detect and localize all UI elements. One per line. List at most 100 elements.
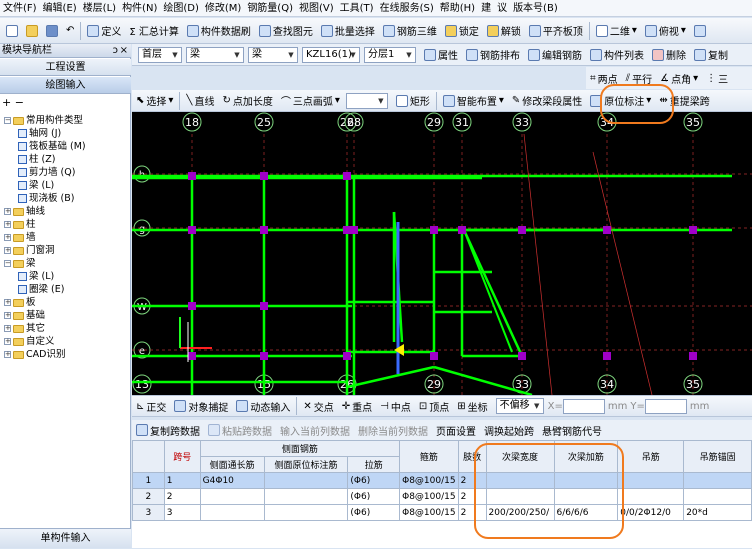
cell-hanger[interactable]: 0/0/2Φ12/0: [617, 504, 685, 521]
menu-item[interactable]: 修改(M): [202, 0, 244, 17]
cell-side-orig[interactable]: [263, 488, 349, 505]
tree-item[interactable]: 圈梁 (E): [18, 283, 64, 296]
cell-hanger-anchor[interactable]: 20*d: [683, 504, 752, 521]
menu-item[interactable]: 帮助(H): [437, 0, 478, 17]
x-input[interactable]: [562, 398, 605, 414]
tree-folder[interactable]: + 其它: [4, 322, 45, 335]
type-select[interactable]: 梁 ▼: [248, 46, 298, 63]
find-button[interactable]: 查找图元: [255, 21, 317, 41]
expand-icon[interactable]: +: [4, 221, 11, 228]
save-icon[interactable]: [42, 21, 62, 41]
tree-folder[interactable]: + 轴线: [4, 205, 45, 218]
arc-button[interactable]: ⌒ 三点画弧 ▾: [277, 91, 344, 111]
cad-drawing[interactable]: 18252628293133343513152629333435hgWe: [132, 112, 752, 395]
delete-button[interactable]: 删除: [648, 45, 690, 65]
menu-item[interactable]: 在线服务(S): [377, 0, 437, 17]
more-icon[interactable]: [690, 21, 710, 41]
cell-side-orig[interactable]: [263, 472, 349, 489]
tree-folder[interactable]: + 基础: [4, 309, 45, 322]
single-member-input-button[interactable]: 单构件输入: [0, 528, 131, 548]
coordinate-snap[interactable]: ⊞ 坐标: [453, 396, 491, 416]
lock-button[interactable]: 锁定: [441, 21, 483, 41]
collapse-icon[interactable]: −: [4, 260, 11, 267]
expand-icon[interactable]: +: [4, 208, 11, 215]
tree-item[interactable]: 筏板基础 (M): [18, 140, 86, 153]
rebar-3d-button[interactable]: 钢筋三维: [379, 21, 441, 41]
page-setup-button[interactable]: 页面设置: [432, 420, 480, 440]
properties-button[interactable]: 属性: [420, 45, 462, 65]
delete-column-button[interactable]: 删除当前列数据: [354, 420, 432, 440]
define-button[interactable]: 定义: [83, 21, 125, 41]
copy-button[interactable]: 复制: [690, 45, 732, 65]
three-button[interactable]: ⋮ 三: [702, 68, 732, 88]
drawing-canvas[interactable]: 18252628293133343513152629333435hgWe: [132, 112, 752, 395]
drawing-input-button[interactable]: 绘图输入: [0, 77, 131, 94]
menu-item[interactable]: 绘图(D): [160, 0, 202, 17]
tree-folder[interactable]: + CAD识别: [4, 348, 65, 361]
layer-select[interactable]: 分层1 ▼: [364, 46, 416, 63]
rebar-layout-button[interactable]: 钢筋排布: [462, 45, 524, 65]
undo-icon[interactable]: ↶: [62, 21, 78, 41]
table-row[interactable]: 1 1 G4Φ10 (Φ6) Φ8@100/15 2: [132, 472, 752, 489]
tree-folder[interactable]: + 板: [4, 296, 36, 309]
tree-item[interactable]: 现浇板 (B): [18, 192, 74, 205]
y-input[interactable]: [644, 398, 687, 414]
menu-item[interactable]: 版本号(B): [510, 0, 561, 17]
cell-stirrup[interactable]: Φ8@100/15: [399, 472, 459, 489]
member-select[interactable]: KZL16(1) ▼: [302, 46, 360, 63]
expand-icon[interactable]: +: [4, 325, 11, 332]
menu-item[interactable]: 编辑(E): [40, 0, 80, 17]
cell-tie[interactable]: (Φ6): [347, 488, 401, 505]
midpoint-snap[interactable]: ⊣ 中点: [376, 396, 415, 416]
category-select[interactable]: 梁 ▼: [186, 46, 244, 63]
table-row[interactable]: 3 3 (Φ6) Φ8@100/15 2 200/200/250/6/6/6/6 0/0/2…: [132, 504, 752, 521]
expand-icon[interactable]: +: [4, 247, 11, 254]
cell-hanger[interactable]: [617, 472, 685, 489]
cell-side-orig[interactable]: [263, 504, 349, 521]
cell-stirrup[interactable]: Φ8@100/15: [399, 504, 459, 521]
view-top-select[interactable]: 俯视 ▾: [641, 21, 690, 41]
intersection-snap[interactable]: ✕ 交点: [299, 396, 337, 416]
tree-folder[interactable]: + 自定义: [4, 335, 55, 348]
floor-select[interactable]: 首层 ▼: [138, 46, 182, 63]
menu-item[interactable]: 构件(N): [119, 0, 160, 17]
expand-icon[interactable]: +: [4, 234, 11, 241]
unlock-button[interactable]: 解锁: [483, 21, 525, 41]
edit-rebar-button[interactable]: 编辑钢筋: [524, 45, 586, 65]
cantilever-code-button[interactable]: 悬臂钢筋代号: [538, 420, 606, 440]
cell-tie[interactable]: (Φ6): [347, 504, 401, 521]
menu-item[interactable]: 文件(F): [0, 0, 40, 17]
expand-icon[interactable]: +: [4, 338, 11, 345]
sum-calc-button[interactable]: Σ 汇总计算: [125, 21, 183, 41]
expand-icon[interactable]: +: [4, 299, 11, 306]
menu-item[interactable]: 楼层(L): [80, 0, 119, 17]
close-icon[interactable]: ×: [120, 44, 128, 58]
batch-select-button[interactable]: 批量选择: [317, 21, 379, 41]
cell-hanger[interactable]: [617, 488, 685, 505]
cell-side-long[interactable]: [199, 504, 265, 521]
input-column-button[interactable]: 输入当前列数据: [276, 420, 354, 440]
select-button[interactable]: ⬉ 选择 ▾: [132, 91, 177, 111]
ortho-toggle[interactable]: ⊾ 正交: [132, 396, 170, 416]
cell-hanger-anchor[interactable]: [683, 472, 752, 489]
point-length-button[interactable]: ↻ 点加长度: [218, 91, 276, 111]
tree-folder[interactable]: − 常用构件类型: [4, 114, 83, 127]
heavy-point-snap[interactable]: ✛ 重点: [338, 396, 376, 416]
tree-item[interactable]: 梁 (L): [18, 179, 54, 192]
rect-button[interactable]: 矩形: [392, 91, 434, 111]
cell-side-long[interactable]: G4Φ10: [199, 472, 265, 489]
menu-item[interactable]: 钢筋量(Q): [244, 0, 296, 17]
cell-tie[interactable]: (Φ6): [347, 472, 401, 489]
tree-item[interactable]: 柱 (Z): [18, 153, 55, 166]
tree-expand-collapse[interactable]: + −: [0, 96, 131, 112]
line-button[interactable]: ╲ 直线: [182, 91, 218, 111]
menu-item[interactable]: 工具(T): [337, 0, 377, 17]
tree-folder[interactable]: + 柱: [4, 218, 36, 231]
adjust-start-span-button[interactable]: 调换起始跨: [480, 420, 538, 440]
member-data-button[interactable]: 构件数据刷: [183, 21, 255, 41]
member-list-button[interactable]: 构件列表: [586, 45, 648, 65]
expand-icon[interactable]: +: [4, 312, 11, 319]
tree-folder[interactable]: + 墙: [4, 231, 36, 244]
modify-span-button[interactable]: ✎ 修改梁段属性: [508, 91, 586, 111]
new-icon[interactable]: [2, 21, 22, 41]
